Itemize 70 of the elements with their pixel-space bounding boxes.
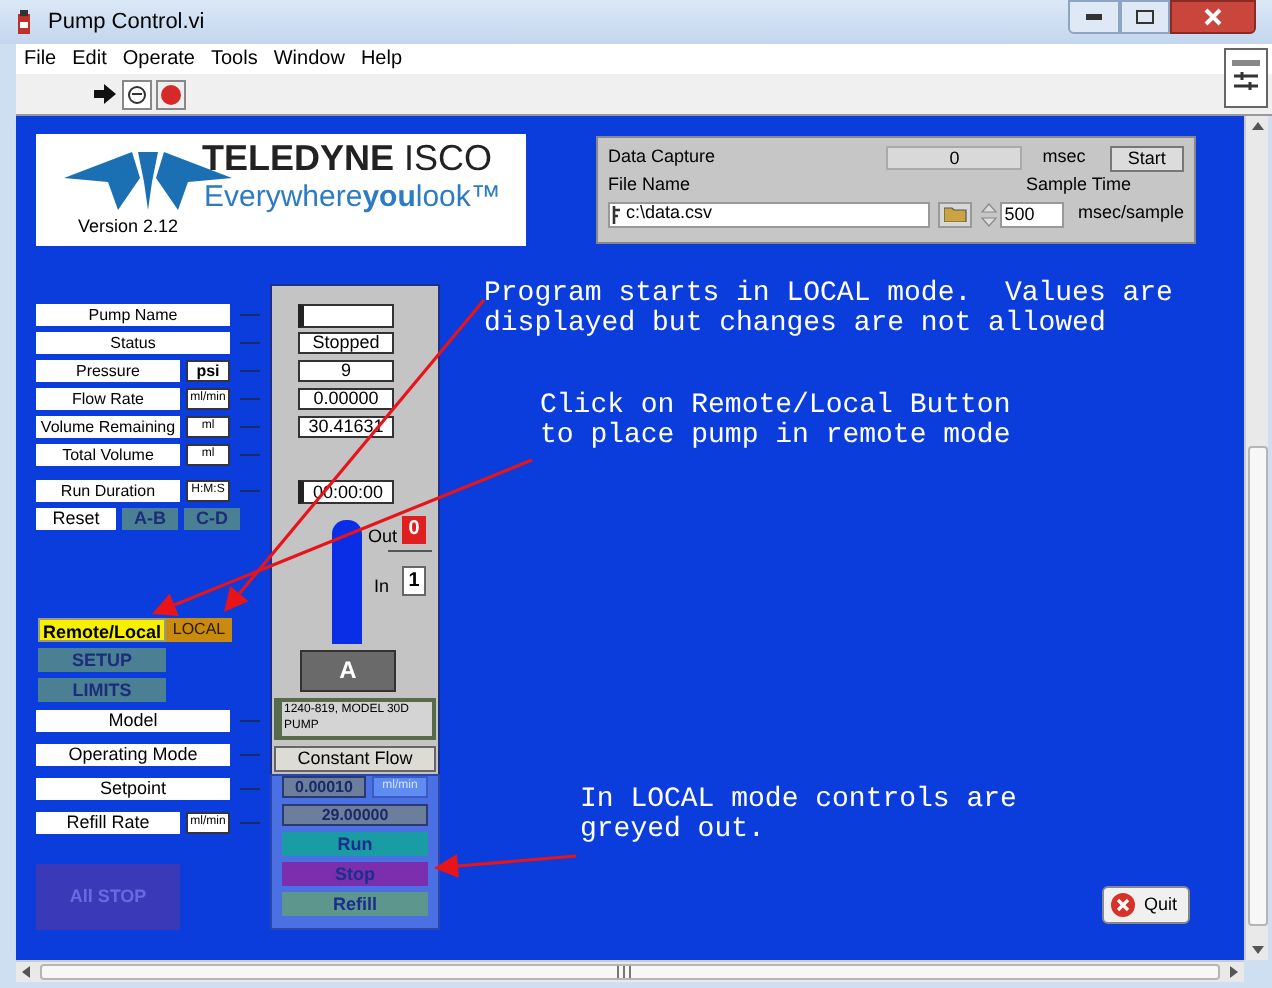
unit-field: psi — [186, 360, 230, 382]
annotation-text: Program starts in LOCAL mode. Values are displayed but changes are not allowed — [484, 280, 1173, 340]
scroll-up-icon[interactable] — [1252, 122, 1264, 130]
version-label: Version 2.12 — [78, 214, 179, 240]
mode-field[interactable]: Constant Flow — [274, 746, 436, 772]
maximize-icon — [1136, 10, 1154, 24]
reset-button[interactable]: Reset — [36, 508, 116, 530]
unit-label: msec — [1042, 144, 1086, 171]
field-label: Volume Remaining — [36, 416, 180, 438]
abort-icon[interactable] — [156, 79, 186, 109]
scroll-left-icon[interactable] — [22, 966, 30, 978]
close-icon — [1204, 8, 1222, 26]
field-label: File Name — [608, 172, 693, 199]
file-path-field[interactable]: c:\data.csv — [608, 201, 930, 227]
brand-name: TELEDYNE ISCO — [202, 140, 493, 176]
scroll-down-icon[interactable] — [1252, 946, 1264, 954]
sample-time-field[interactable]: 500 — [1000, 201, 1064, 227]
close-icon — [1110, 892, 1136, 918]
app-icon — [16, 9, 32, 35]
section-title: Data Capture — [608, 144, 718, 171]
menu-item[interactable]: Edit — [72, 49, 107, 69]
field-label: Total Volume — [36, 444, 180, 466]
vertical-scrollbar[interactable] — [1244, 116, 1268, 960]
annotation-text: Click on Remote/Local Button to place pump in remote mode — [540, 392, 1011, 452]
field-label: Flow Rate — [36, 388, 180, 410]
field-label: Setpoint — [36, 778, 230, 800]
field-label: Refill Rate — [36, 812, 180, 834]
path-icon — [612, 205, 622, 223]
in-label: In — [374, 574, 390, 600]
out-label: Out — [368, 524, 398, 550]
close-button[interactable] — [1170, 0, 1256, 34]
menu-item[interactable]: File — [24, 49, 57, 69]
menu-item[interactable]: Window — [273, 49, 345, 69]
logo-tagline: Everywhereyoulook™ — [204, 182, 501, 212]
start-button[interactable]: Start — [1109, 145, 1184, 171]
horizontal-scrollbar[interactable] — [16, 960, 1244, 982]
annotation-text: In LOCAL mode controls are greyed out. — [580, 786, 1017, 846]
capture-time-field: 0 — [886, 146, 1023, 170]
name-field[interactable] — [298, 304, 394, 328]
field-label: Status — [36, 332, 230, 354]
menu-item[interactable]: Operate — [122, 49, 195, 69]
value-field: Stopped — [298, 332, 394, 354]
field-label: Run Duration — [36, 480, 180, 502]
annotation-arrow — [434, 854, 577, 878]
value-field: 0.00000 — [298, 388, 394, 410]
in-indicator: 1 — [402, 566, 426, 596]
out-indicator: 0 — [402, 516, 426, 544]
grip-icon[interactable] — [616, 966, 632, 978]
unit-label: msec/sample — [1077, 200, 1184, 227]
tank-bar — [332, 520, 362, 644]
menu-item[interactable]: Help — [360, 49, 403, 69]
minimize-button[interactable] — [1068, 0, 1120, 34]
field-label: Pressure — [36, 360, 180, 382]
quit-button[interactable]: Quit — [1102, 886, 1190, 924]
run-continuous-icon[interactable] — [122, 79, 152, 109]
minimize-icon — [1086, 14, 1102, 20]
value-field: 9 — [298, 360, 394, 382]
window-title: Pump Control.vi — [48, 7, 205, 38]
pump-label: A — [300, 650, 396, 692]
field-label: Model — [36, 710, 230, 732]
menu-item[interactable]: Tools — [211, 49, 258, 69]
field-label: Pump Name — [36, 304, 230, 326]
mode-indicator: LOCAL — [166, 618, 232, 642]
browse-folder-button[interactable] — [937, 201, 973, 227]
maximize-button[interactable] — [1120, 0, 1170, 34]
field-label: Operating Mode — [36, 744, 230, 766]
remote-local-button[interactable]: Remote/Local — [38, 618, 166, 642]
run-arrow-icon[interactable] — [90, 80, 118, 108]
scroll-right-icon[interactable] — [1230, 966, 1238, 978]
field-label: Sample Time — [1026, 172, 1132, 199]
